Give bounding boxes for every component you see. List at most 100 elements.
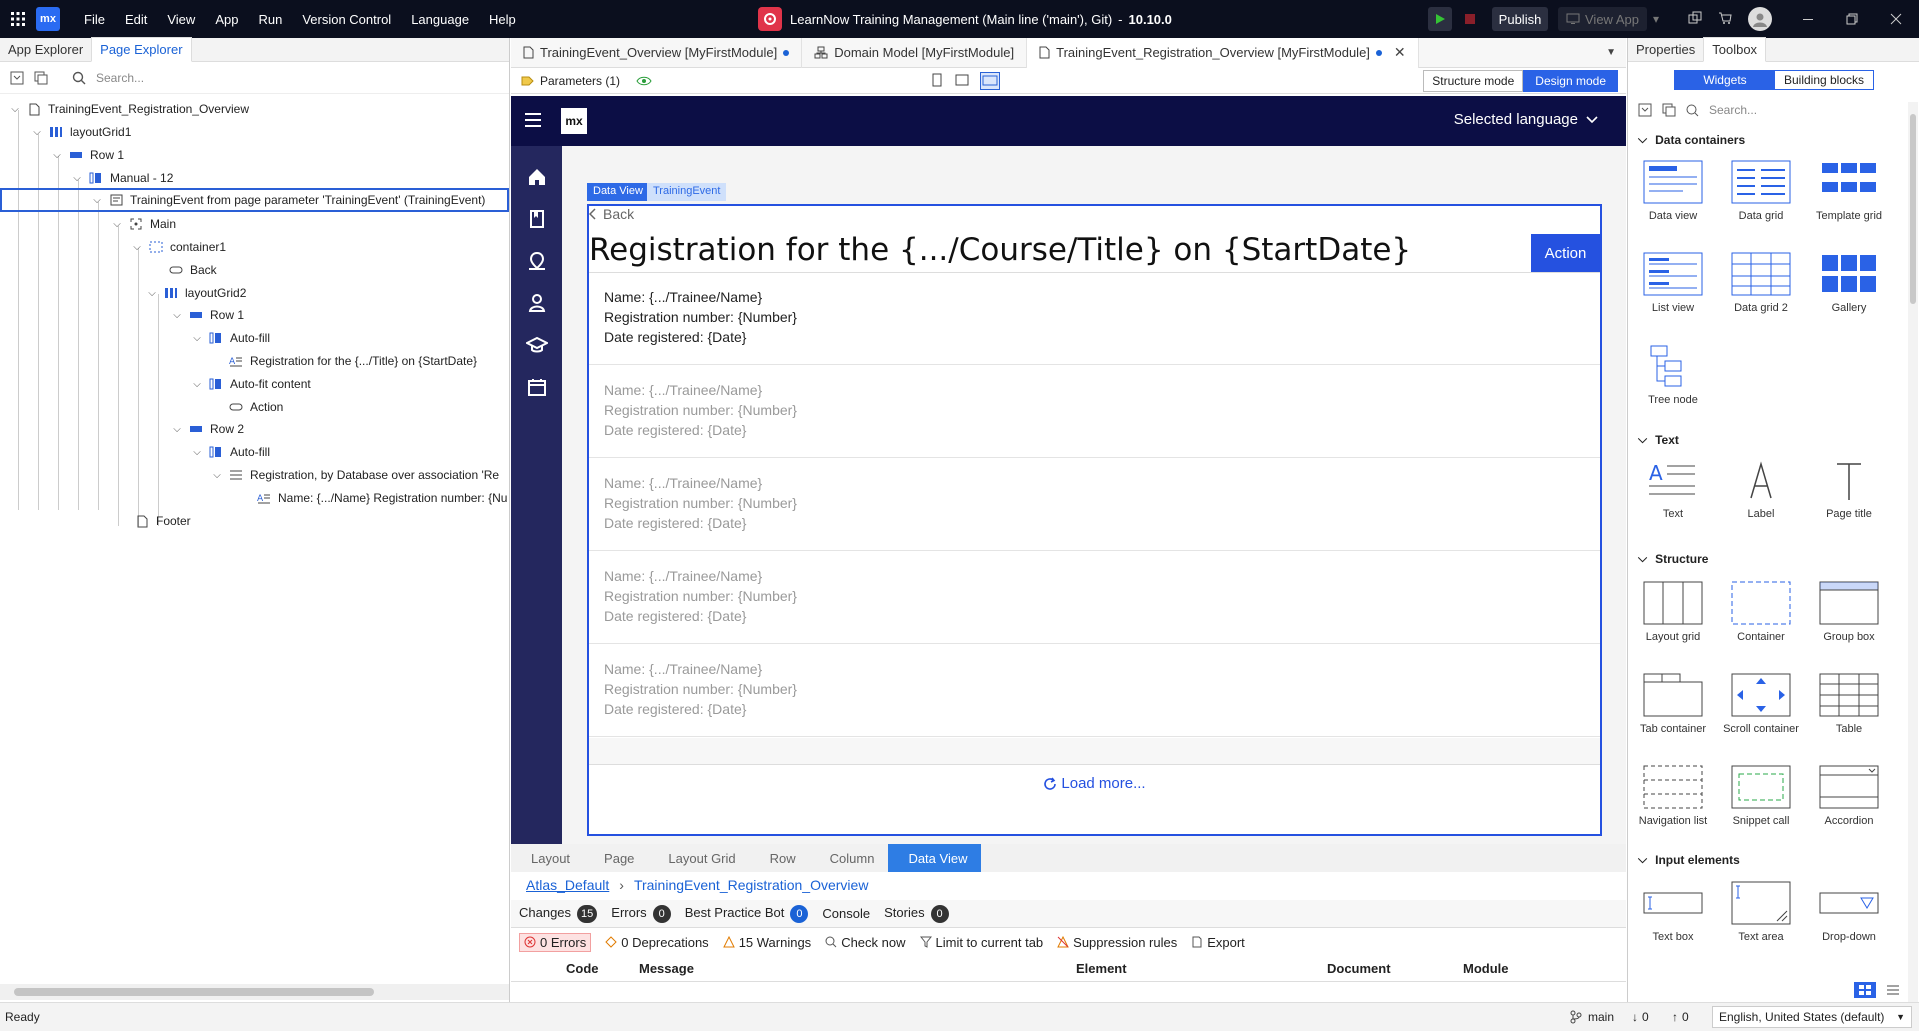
col-module[interactable]: Module: [1463, 961, 1509, 976]
graduation-cap-icon[interactable]: [526, 334, 548, 356]
tab-stories[interactable]: Stories 0: [884, 904, 949, 923]
tool-group-box[interactable]: Group box: [1809, 581, 1889, 643]
limit-to-tab-button[interactable]: Limit to current tab: [919, 935, 1043, 950]
tab-app-explorer[interactable]: App Explorer: [0, 38, 91, 61]
view-app-button[interactable]: View App: [1558, 7, 1647, 31]
tool-text-area[interactable]: Text area: [1721, 881, 1801, 943]
list-item[interactable]: Name: {.../Trainee/Name} Registration nu…: [589, 366, 1600, 458]
collapse-all-icon[interactable]: [10, 71, 24, 85]
horizontal-scrollbar[interactable]: [0, 984, 509, 1000]
list-item[interactable]: Name: {.../Trainee/Name} Registration nu…: [589, 273, 1600, 365]
tree-item-autofit[interactable]: ⌵ Auto-fit content: [190, 372, 311, 396]
tool-page-title[interactable]: Page title: [1809, 458, 1889, 520]
tool-data-grid[interactable]: Data grid: [1721, 160, 1801, 222]
tree-item-title[interactable]: A Registration for the {.../Title} on {St…: [210, 349, 477, 373]
user-icon[interactable]: [526, 292, 548, 314]
menu-file[interactable]: File: [74, 12, 115, 27]
restore-icon[interactable]: [1840, 7, 1864, 31]
language-selector[interactable]: Selected language: [1454, 111, 1598, 128]
search-input[interactable]: Search...: [96, 71, 144, 85]
list-item[interactable]: Name: {.../Trainee/Name} Registration nu…: [589, 645, 1600, 737]
expand-all-icon[interactable]: [1662, 103, 1676, 117]
tab-properties[interactable]: Properties: [1628, 38, 1703, 61]
tool-navigation-list[interactable]: Navigation list: [1633, 765, 1713, 827]
load-more-button[interactable]: Load more...: [589, 764, 1600, 802]
tool-accordion[interactable]: Accordion: [1809, 765, 1889, 827]
user-avatar[interactable]: [1748, 7, 1772, 31]
hamburger-icon[interactable]: [525, 113, 541, 127]
eye-icon[interactable]: [636, 75, 652, 87]
suppression-rules-button[interactable]: Suppression rules: [1057, 935, 1177, 950]
tool-tab-container[interactable]: Tab container: [1633, 673, 1713, 735]
crumb-row[interactable]: Row: [750, 844, 810, 872]
run-button[interactable]: [1428, 7, 1452, 31]
list-view-icon[interactable]: [1882, 982, 1904, 998]
crumb-page[interactable]: Page: [584, 844, 648, 872]
branch-indicator[interactable]: main: [1570, 1010, 1614, 1024]
section-structure[interactable]: ⌵ Structure: [1638, 551, 1708, 566]
crumb-column[interactable]: Column: [810, 844, 889, 872]
location-icon[interactable]: [526, 250, 548, 272]
errors-filter[interactable]: 0 Errors: [519, 932, 592, 952]
app-grid-icon[interactable]: [0, 0, 36, 38]
tool-tree-node[interactable]: Tree node: [1633, 344, 1713, 406]
col-element[interactable]: Element: [1076, 961, 1127, 976]
tree-item-autofill2[interactable]: ⌵ Auto-fill: [190, 440, 270, 464]
tab-domain-model[interactable]: Domain Model [MyFirstModule]: [802, 37, 1028, 68]
data-view[interactable]: Back Registration for the {.../Course/Ti…: [587, 204, 1602, 836]
back-button[interactable]: Back: [589, 206, 634, 222]
tool-text-box[interactable]: Text box: [1633, 881, 1713, 943]
layout-link[interactable]: Atlas_Default: [526, 877, 609, 893]
list-item[interactable]: Name: {.../Trainee/Name} Registration nu…: [589, 459, 1600, 551]
menu-app[interactable]: App: [205, 12, 248, 27]
section-input-elements[interactable]: ⌵ Input elements: [1638, 852, 1740, 867]
tab-best-practice-bot[interactable]: Best Practice Bot 0: [685, 904, 809, 923]
tree-item-main[interactable]: ⌵ Main: [110, 212, 176, 236]
tool-snippet-call[interactable]: Snippet call: [1721, 765, 1801, 827]
tool-drop-down[interactable]: Drop-down: [1809, 881, 1889, 943]
entity-label[interactable]: TrainingEvent: [647, 183, 727, 201]
check-now-button[interactable]: Check now: [825, 935, 906, 950]
marketplace-icon[interactable]: [1716, 9, 1734, 27]
tablet-view-icon[interactable]: [955, 73, 969, 87]
building-blocks-button[interactable]: Building blocks: [1775, 71, 1873, 89]
tree-item-layoutgrid2[interactable]: ⌵ layoutGrid2: [145, 281, 246, 305]
crumb-layout[interactable]: Layout: [511, 844, 584, 872]
tree-item-autofill[interactable]: ⌵ Auto-fill: [190, 326, 270, 350]
tree-item-layoutgrid1[interactable]: ⌵ layoutGrid1: [30, 120, 131, 144]
pull-count[interactable]: ↓ 0: [1632, 1010, 1649, 1024]
col-message[interactable]: Message: [639, 961, 694, 976]
export-button[interactable]: Export: [1191, 935, 1245, 950]
menu-help[interactable]: Help: [479, 12, 526, 27]
tool-gallery[interactable]: Gallery: [1809, 252, 1889, 314]
tree-item-action[interactable]: Action: [210, 395, 283, 419]
expand-all-icon[interactable]: [34, 71, 48, 85]
structure-mode-button[interactable]: Structure mode: [1423, 69, 1524, 92]
menu-version-control[interactable]: Version Control: [292, 12, 401, 27]
phone-view-icon[interactable]: [931, 73, 943, 87]
menu-edit[interactable]: Edit: [115, 12, 157, 27]
tab-toolbox[interactable]: Toolbox: [1703, 37, 1767, 62]
list-item[interactable]: Name: {.../Trainee/Name} Registration nu…: [589, 552, 1600, 644]
minimize-icon[interactable]: [1796, 7, 1820, 31]
tool-layout-grid[interactable]: Layout grid: [1633, 581, 1713, 643]
push-count[interactable]: ↑ 0: [1672, 1010, 1689, 1024]
tree-item-row2[interactable]: ⌵ Row 2: [170, 417, 244, 441]
book-icon[interactable]: [526, 208, 548, 230]
locale-select[interactable]: English, United States (default) ▼: [1712, 1006, 1912, 1028]
col-document[interactable]: Document: [1327, 961, 1391, 976]
crumb-layout-grid[interactable]: Layout Grid: [648, 844, 749, 872]
stop-button[interactable]: [1458, 7, 1482, 31]
tool-data-grid-2[interactable]: Data grid 2: [1721, 252, 1801, 314]
tool-scroll-container[interactable]: Scroll container: [1721, 673, 1801, 735]
col-code[interactable]: Code: [566, 961, 599, 976]
tree-item-footer[interactable]: Footer: [116, 509, 191, 533]
collapse-all-icon[interactable]: [1638, 103, 1652, 117]
tabs-overflow-icon[interactable]: ▼: [1596, 47, 1626, 58]
tree-item-page[interactable]: ⌵ TrainingEvent_Registration_Overview: [8, 97, 249, 121]
publish-button[interactable]: Publish: [1492, 7, 1548, 31]
tree-item-back[interactable]: Back: [150, 258, 217, 282]
view-app-dropdown-icon[interactable]: ▾: [1648, 7, 1664, 31]
toolbox-search-input[interactable]: Search...: [1709, 103, 1757, 117]
section-text[interactable]: ⌵ Text: [1638, 432, 1679, 447]
